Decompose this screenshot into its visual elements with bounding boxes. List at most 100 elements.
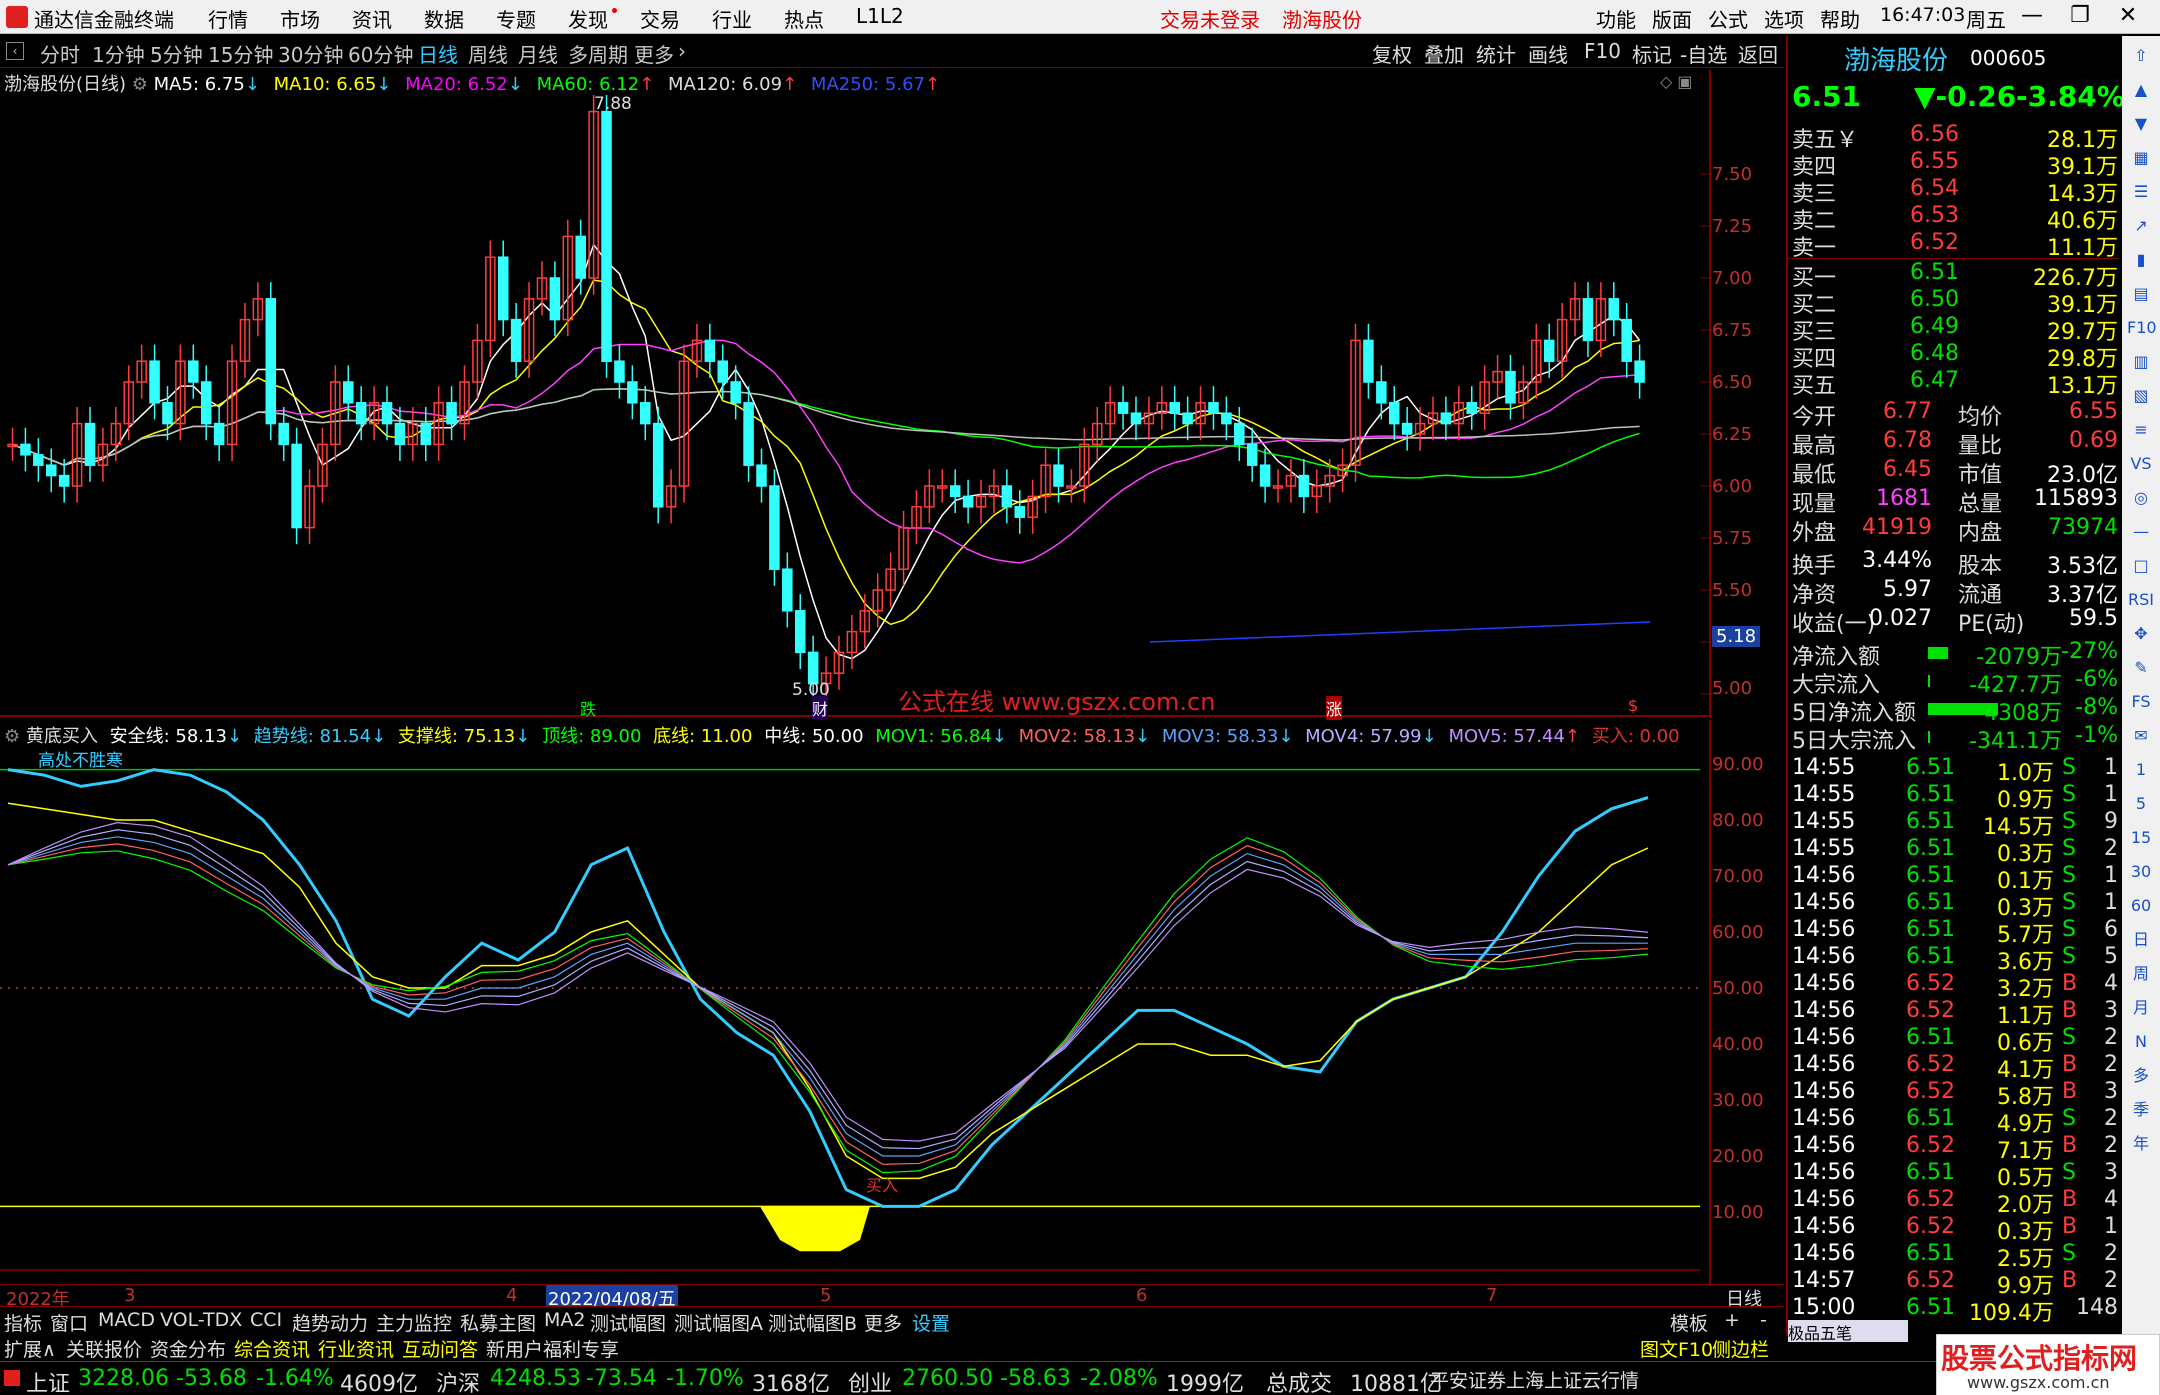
tab-macd[interactable]: MACD <box>98 1309 155 1331</box>
ime-label[interactable]: 极品五笔 <box>1788 1324 1852 1343</box>
collapse-icon[interactable]: ‹ <box>6 42 24 60</box>
menu-gongshi[interactable]: 公式 <box>1708 4 1748 33</box>
side-3-icon[interactable]: ▦ <box>2127 144 2155 172</box>
side-32-icon[interactable]: 年 <box>2127 1130 2155 1158</box>
period-more[interactable]: 更多 <box>634 39 674 68</box>
tool-diejia[interactable]: 叠加 <box>1424 39 1464 68</box>
side-14-icon[interactable]: — <box>2127 518 2155 546</box>
tab-zhibiao[interactable]: 指标 <box>4 1309 42 1336</box>
side-28-icon[interactable]: 月 <box>2127 994 2155 1022</box>
indicator-chart[interactable]: ⚙ 黄底买入 安全线: 58.13↓ 趋势线: 81.54↓ 支撑线: 75.1… <box>0 720 1764 1284</box>
tab-more[interactable]: 更多 <box>864 1309 902 1336</box>
tab-news[interactable]: 综合资讯 <box>234 1335 310 1362</box>
tab-test[interactable]: 测试幅图 <box>590 1309 666 1336</box>
tool-huaxian[interactable]: 画线 <box>1528 39 1568 68</box>
side-22-icon[interactable]: 5 <box>2127 790 2155 818</box>
tab-simu[interactable]: 私募主图 <box>460 1309 536 1336</box>
menu-zixun[interactable]: 资讯 <box>352 4 392 33</box>
chart-options-icon[interactable]: ◇ ▣ <box>1660 72 1693 91</box>
menu-xuanxiang[interactable]: 选项 <box>1764 4 1804 33</box>
side-9-icon[interactable]: ▥ <box>2127 348 2155 376</box>
tab-test-a[interactable]: 测试幅图A <box>674 1309 763 1336</box>
side-10-icon[interactable]: ▧ <box>2127 382 2155 410</box>
kline-chart[interactable]: 渤海股份(日线) ⚙ MA5: 6.75↓ MA10: 6.65↓ MA20: … <box>0 70 1761 720</box>
tab-remove[interactable]: - <box>1760 1309 1767 1331</box>
tab-qushi[interactable]: 趋势动力 <box>292 1309 368 1336</box>
menu-shuju[interactable]: 数据 <box>424 4 464 33</box>
side-12-icon[interactable]: VS <box>2127 450 2155 478</box>
period-15min[interactable]: 15分钟 <box>208 39 273 68</box>
side-8-icon[interactable]: F10 <box>2127 314 2157 342</box>
tab-expand[interactable]: 扩展∧ <box>4 1335 56 1362</box>
side-23-icon[interactable]: 15 <box>2127 824 2155 852</box>
side-7-icon[interactable]: ▤ <box>2127 280 2155 308</box>
period-multi[interactable]: 多周期 <box>568 39 628 68</box>
side-19-icon[interactable]: FS <box>2127 688 2155 716</box>
side-18-icon[interactable]: ✎ <box>2127 654 2155 682</box>
tab-ma2[interactable]: MA2 <box>544 1309 585 1331</box>
period-daily[interactable]: 日线 <box>418 39 458 68</box>
period-30min[interactable]: 30分钟 <box>278 39 343 68</box>
tab-f10-graphic[interactable]: 图文F10 <box>1640 1335 1713 1362</box>
tab-settings[interactable]: 设置 <box>912 1309 950 1336</box>
period-fenshi[interactable]: 分时 <box>40 39 80 68</box>
side-29-icon[interactable]: N <box>2127 1028 2155 1056</box>
side-27-icon[interactable]: 周 <box>2127 960 2155 988</box>
tool-tongji[interactable]: 统计 <box>1476 39 1516 68</box>
menu-zhuanti[interactable]: 专题 <box>496 4 536 33</box>
period-1min[interactable]: 1分钟 <box>92 39 145 68</box>
tab-add[interactable]: + <box>1724 1309 1740 1331</box>
cy-name[interactable]: 创业 <box>848 1366 892 1395</box>
tab-newuser[interactable]: 新用户福利专享 <box>486 1335 619 1362</box>
side-31-icon[interactable]: 季 <box>2127 1096 2155 1124</box>
tab-fund[interactable]: 资金分布 <box>150 1335 226 1362</box>
menu-faxian[interactable]: 发现 <box>568 4 608 33</box>
side-13-icon[interactable]: ◎ <box>2127 484 2155 512</box>
tab-cci[interactable]: CCI <box>250 1309 282 1331</box>
tool-zixuan[interactable]: -自选 <box>1680 39 1727 68</box>
hs-name[interactable]: 沪深 <box>436 1366 480 1395</box>
side-20-icon[interactable]: ✉ <box>2127 722 2155 750</box>
more-arrow-icon[interactable]: › <box>678 39 686 63</box>
tab-related[interactable]: 关联报价 <box>66 1335 142 1362</box>
ind-gear-icon[interactable]: ⚙ <box>4 726 20 747</box>
period-monthly[interactable]: 月线 <box>518 39 558 68</box>
tab-vol-tdx[interactable]: VOL-TDX <box>160 1309 242 1331</box>
side-4-icon[interactable]: ☰ <box>2127 178 2155 206</box>
close-icon[interactable]: ✕ <box>2108 3 2148 31</box>
tab-test-b[interactable]: 测试幅图B <box>768 1309 857 1336</box>
tab-chuangkou[interactable]: 窗口 <box>50 1309 88 1336</box>
menu-bangzhu[interactable]: 帮助 <box>1820 4 1860 33</box>
menu-banmian[interactable]: 版面 <box>1652 4 1692 33</box>
side-16-icon[interactable]: RSI <box>2127 586 2155 614</box>
side-17-icon[interactable]: ✥ <box>2127 620 2155 648</box>
period-5min[interactable]: 5分钟 <box>150 39 203 68</box>
side-30-icon[interactable]: 多 <box>2127 1062 2155 1090</box>
tool-fanhui[interactable]: 返回 <box>1738 39 1778 68</box>
side-26-icon[interactable]: 日 <box>2127 926 2155 954</box>
menu-shichang[interactable]: 市场 <box>280 4 320 33</box>
menu-hangqing[interactable]: 行情 <box>208 4 248 33</box>
side-24-icon[interactable]: 30 <box>2127 858 2155 886</box>
minimize-icon[interactable]: — <box>2012 3 2052 31</box>
sh-name[interactable]: 上证 <box>26 1366 70 1395</box>
tool-biaoji[interactable]: 标记 <box>1632 39 1672 68</box>
side-15-icon[interactable]: □ <box>2127 552 2155 580</box>
tool-f10[interactable]: F10 <box>1584 39 1621 63</box>
side-1-icon[interactable]: ▲ <box>2127 76 2155 104</box>
side-0-icon[interactable]: ⇧ <box>2127 42 2155 70</box>
side-6-icon[interactable]: ▮ <box>2127 246 2155 274</box>
tab-template[interactable]: 模板 <box>1670 1309 1708 1336</box>
legend-gear-icon[interactable]: ⚙ <box>132 74 148 95</box>
side-21-icon[interactable]: 1 <box>2127 756 2155 784</box>
menu-gongneng[interactable]: 功能 <box>1596 4 1636 33</box>
side-25-icon[interactable]: 60 <box>2127 892 2155 920</box>
period-60min[interactable]: 60分钟 <box>348 39 413 68</box>
tool-fuquan[interactable]: 复权 <box>1372 39 1412 68</box>
restore-icon[interactable]: ❐ <box>2060 3 2100 31</box>
tab-zhuli[interactable]: 主力监控 <box>376 1309 452 1336</box>
period-weekly[interactable]: 周线 <box>468 39 508 68</box>
menu-jiaoyi[interactable]: 交易 <box>640 4 680 33</box>
menu-redian[interactable]: 热点 <box>784 4 824 33</box>
side-11-icon[interactable]: ≡ <box>2127 416 2155 444</box>
